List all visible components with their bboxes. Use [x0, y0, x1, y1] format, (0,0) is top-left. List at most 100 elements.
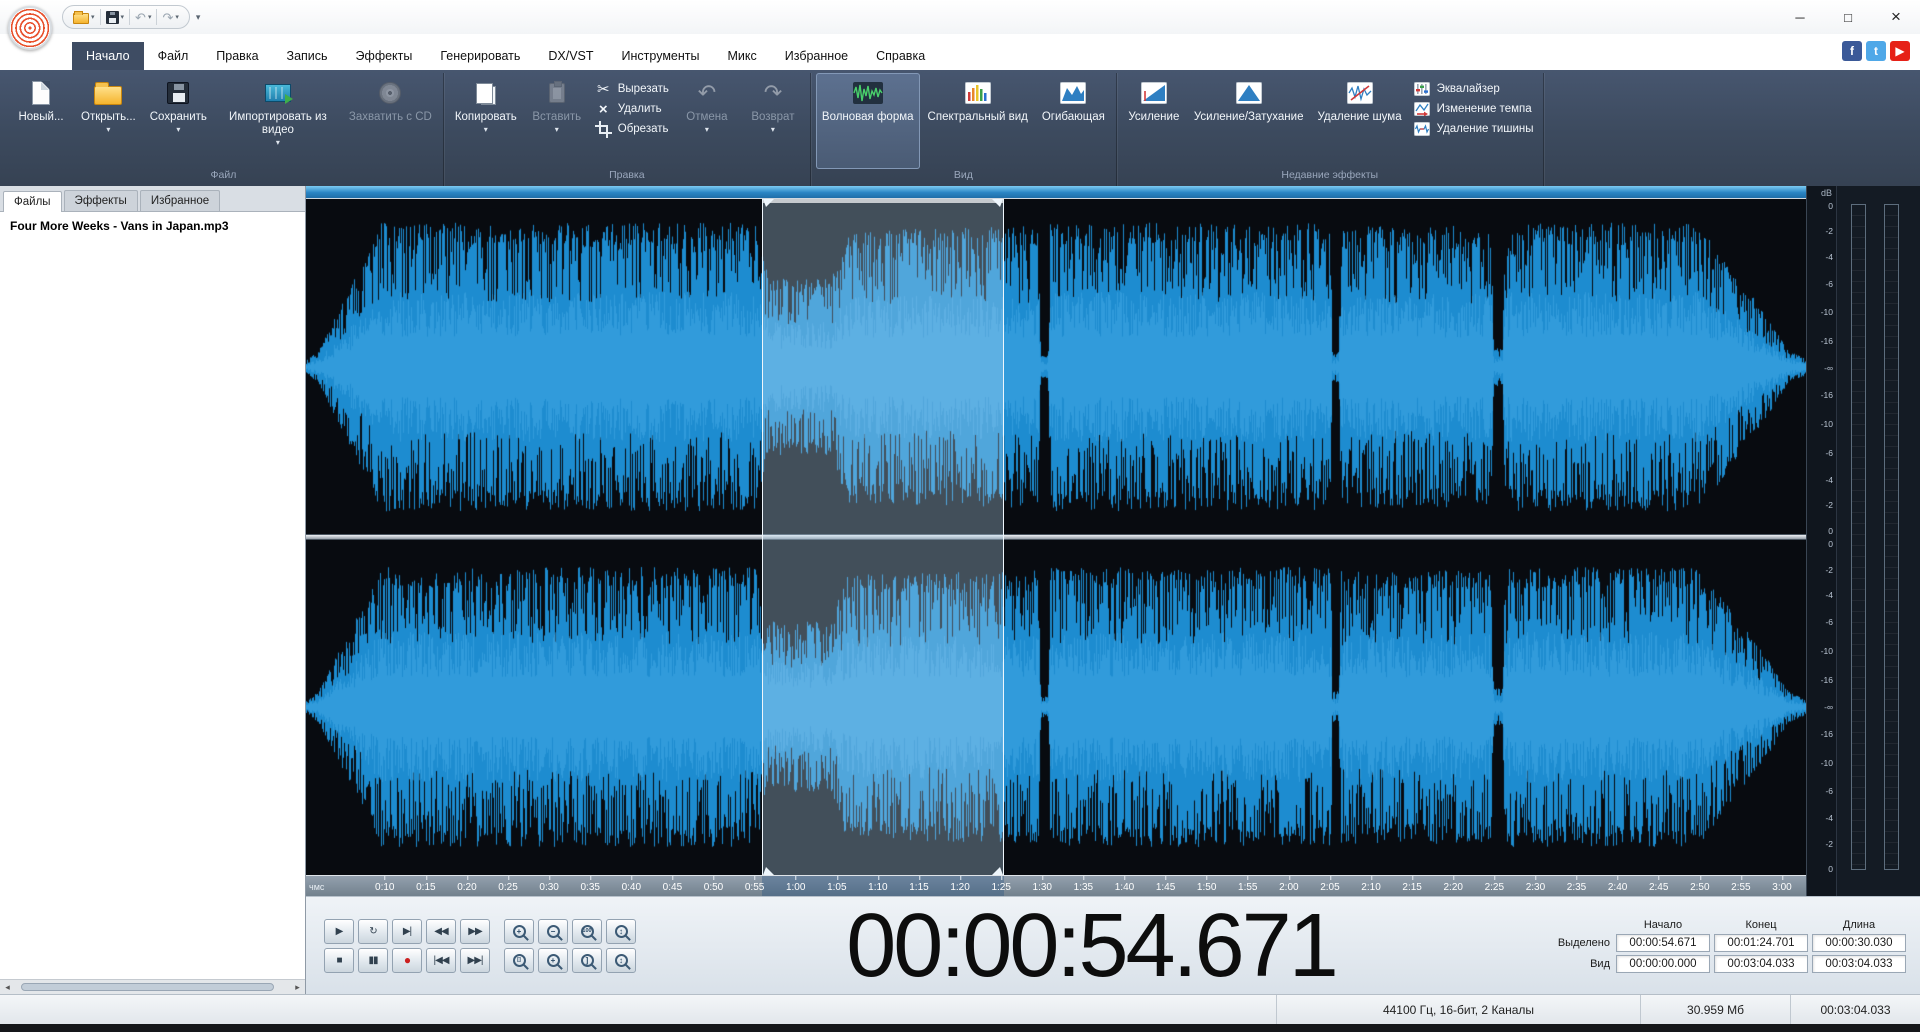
ribbon-button-label: Усиление: [1128, 111, 1180, 123]
ribbon-button-cd[interactable]: Захватить с CD: [343, 73, 438, 169]
sidebar-tab-Файлы[interactable]: Файлы: [3, 191, 62, 212]
selection-handle-bottom-right[interactable]: [991, 864, 1003, 875]
ribbon-button-spectral[interactable]: Спектральный вид: [922, 73, 1034, 169]
file-item[interactable]: Four More Weeks - Vans in Japan.mp3: [10, 219, 295, 233]
qat-redo-button[interactable]: ↷ ▾: [160, 11, 180, 24]
menu-bar: Начало Файл Правка Запись Эффекты Генерироват…: [0, 34, 1920, 70]
zoom-to-selection-button[interactable]: []: [504, 947, 534, 973]
scrollbar-thumb[interactable]: [20, 983, 274, 991]
menu-tab-Избранное[interactable]: Избранное: [771, 42, 862, 70]
minimize-button[interactable]: ─: [1776, 0, 1824, 34]
ribbon-button-waveform[interactable]: Волновая форма: [815, 73, 920, 169]
db-scale-label: -2: [1825, 838, 1833, 849]
selection-handle-top-left[interactable]: [763, 199, 774, 210]
playback-controls-bar: ▶ ↻ ▶| ◀◀ ▶▶ ■ ▮▮ ● |◀◀ ▶▶| + − 100 ↕ [] +] ↕ 00:00:54.…: [306, 896, 1920, 994]
go-to-start-button[interactable]: |◀◀: [426, 947, 456, 973]
menu-tab-Файл[interactable]: Файл: [144, 42, 203, 70]
waveform-display[interactable]: [306, 199, 1806, 876]
menu-tab-DX/VST[interactable]: DX/VST: [534, 42, 607, 70]
ribbon-button-tempo[interactable]: Изменение темпа: [1414, 101, 1534, 117]
play-button[interactable]: ▶: [324, 918, 354, 944]
ribbon-button-paste[interactable]: Вставить ▾: [525, 73, 589, 169]
ribbon-button-noise[interactable]: Удаление шума: [1311, 73, 1407, 169]
waveform-editor: чмс 0:10 0:15 0:20 0:25 0:30 0:35 0:40 0:45 0:50…: [306, 186, 1920, 896]
zoom-100-button[interactable]: 100: [572, 918, 602, 944]
menu-tab-Эффекты[interactable]: Эффекты: [342, 42, 427, 70]
ribbon-button-delete[interactable]: × Удалить: [595, 101, 669, 117]
ribbon-button-amplify[interactable]: Усиление: [1122, 73, 1186, 169]
rewind-button[interactable]: ◀◀: [426, 918, 456, 944]
zoom-in-button[interactable]: +: [504, 918, 534, 944]
ribbon-button-open[interactable]: Открыть... ▾: [75, 73, 142, 169]
scrollbar-track[interactable]: [15, 980, 290, 994]
fade-icon: [1235, 78, 1262, 108]
cut-icon: ✂: [596, 80, 610, 98]
selection-handle-top-right[interactable]: [991, 199, 1003, 210]
timeline-label: 2:40: [1607, 876, 1628, 893]
timeline-label: 2:30: [1525, 876, 1546, 893]
sidebar-horizontal-scrollbar[interactable]: ◂ ▸: [0, 979, 305, 994]
sidebar-tab-Избранное[interactable]: Избранное: [139, 190, 221, 211]
timeline-label: 0:45: [662, 876, 683, 893]
zoom-out-alt-button[interactable]: ]: [572, 947, 602, 973]
record-button[interactable]: ●: [392, 947, 422, 973]
ribbon-button-envelope[interactable]: Огибающая: [1036, 73, 1111, 169]
play-loop-button[interactable]: ↻: [358, 918, 388, 944]
time-value-box: 00:00:00.000: [1616, 954, 1710, 973]
zoom-vertical-in-button[interactable]: ↕: [606, 918, 636, 944]
go-to-end-button[interactable]: ▶▶|: [460, 947, 490, 973]
sidebar: Файлы Эффекты Избранное Four More Weeks - …: [0, 186, 306, 994]
facebook-icon[interactable]: f: [1842, 41, 1862, 61]
ribbon-button-new[interactable]: Новый...: [9, 73, 73, 169]
dropdown-arrow-icon: ▾: [554, 125, 559, 135]
pause-button[interactable]: ▮▮: [358, 947, 388, 973]
waveform-position-scrollbar[interactable]: [306, 186, 1806, 199]
timeline-ruler[interactable]: чмс 0:10 0:15 0:20 0:25 0:30 0:35 0:40 0:45 0:50…: [306, 876, 1806, 896]
selection-region[interactable]: [762, 199, 1004, 875]
stop-button[interactable]: ■: [324, 947, 354, 973]
fast-forward-button[interactable]: ▶▶: [460, 918, 490, 944]
app-logo-icon[interactable]: [8, 6, 52, 50]
scroll-right-arrow-icon[interactable]: ▸: [290, 982, 305, 993]
db-scale-label: -∞: [1824, 701, 1833, 712]
qat-undo-button[interactable]: ↶ ▾: [133, 11, 153, 24]
qat-save-button[interactable]: ▾: [104, 10, 127, 24]
db-scale-label: -∞: [1824, 363, 1833, 374]
youtube-icon[interactable]: ▶: [1890, 41, 1910, 61]
qat-open-button[interactable]: ▾: [71, 10, 97, 24]
twitter-icon[interactable]: t: [1866, 41, 1886, 61]
ribbon-button-undo[interactable]: ↶ Отмена ▾: [675, 73, 739, 169]
zoom-in-alt-button[interactable]: +: [538, 947, 568, 973]
selection-handle-bottom-left[interactable]: [763, 864, 774, 875]
timeline-label: 1:45: [1155, 876, 1176, 893]
zoom-vertical-out-button[interactable]: ↕: [606, 947, 636, 973]
menu-tab-Запись[interactable]: Запись: [273, 42, 342, 70]
ribbon-button-crop[interactable]: Обрезать: [594, 120, 669, 138]
menu-tab-Справка[interactable]: Справка: [862, 42, 939, 70]
timeline-label: 2:05: [1320, 876, 1340, 893]
menu-tab-Инструменты[interactable]: Инструменты: [608, 42, 714, 70]
qat-customize-chevron-icon[interactable]: ▾: [196, 12, 201, 23]
db-scale-label: -6: [1825, 447, 1833, 458]
menu-tab-Генерировать[interactable]: Генерировать: [426, 42, 534, 70]
ribbon-button-equalizer[interactable]: Эквалайзер: [1414, 81, 1534, 97]
status-item-0: 44100 Гц, 16-бит, 2 Каналы: [1276, 995, 1640, 1024]
ribbon-button-redo[interactable]: ↷ Возврат ▾: [741, 73, 805, 169]
scroll-left-arrow-icon[interactable]: ◂: [0, 982, 15, 993]
menu-tab-Правка[interactable]: Правка: [202, 42, 272, 70]
ribbon-button-fade[interactable]: Усиление/Затухание: [1188, 73, 1310, 169]
ribbon-button-save[interactable]: Сохранить ▾: [144, 73, 213, 169]
close-button[interactable]: ×: [1872, 0, 1920, 34]
ribbon-button-silence[interactable]: Удаление тишины: [1414, 121, 1534, 137]
sidebar-tab-Эффекты[interactable]: Эффекты: [63, 190, 138, 211]
new-icon: [32, 78, 50, 108]
maximize-button[interactable]: □: [1824, 0, 1872, 34]
db-scale-ruler: dB 0 -2 -4 -6 -10 -16 -∞ -16 -10 -6 -4 -2 0 0 -2 -4 -6 -1…: [1806, 186, 1836, 896]
ribbon-button-video[interactable]: Импортировать из видео ▾: [215, 73, 341, 169]
play-selection-button[interactable]: ▶|: [392, 918, 422, 944]
menu-tab-Микс[interactable]: Микс: [713, 42, 770, 70]
ribbon-button-cut[interactable]: ✂ Вырезать: [595, 81, 669, 97]
menu-tab-Начало[interactable]: Начало: [72, 42, 144, 70]
ribbon-button-copy[interactable]: Копировать ▾: [449, 73, 523, 169]
zoom-out-button[interactable]: −: [538, 918, 568, 944]
